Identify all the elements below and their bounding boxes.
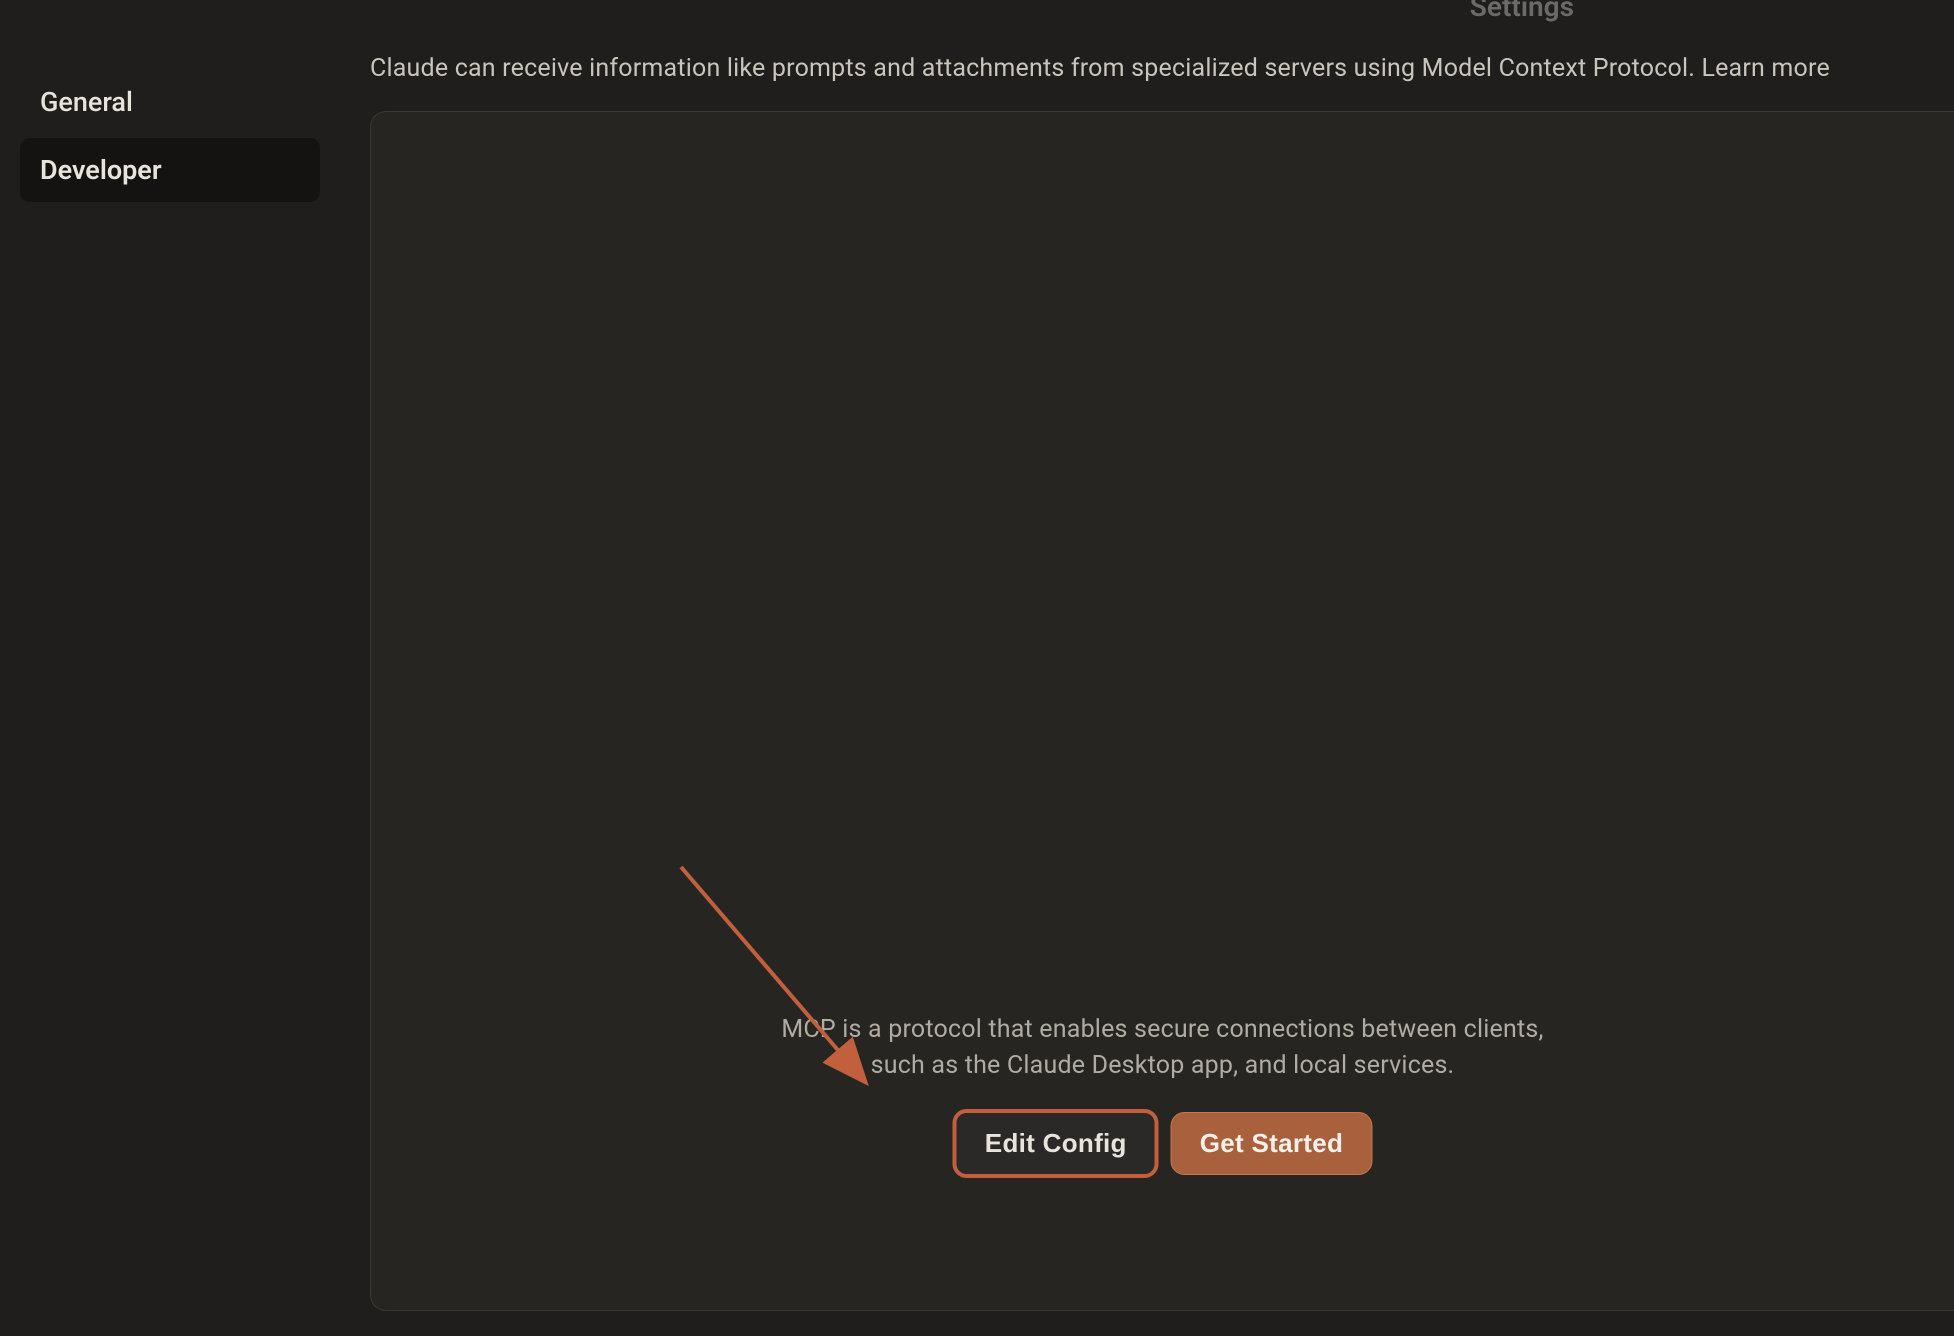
mcp-empty-state: MCP is a protocol that enables secure co… [371, 1012, 1954, 1178]
sidebar-item-developer[interactable]: Developer [20, 138, 320, 202]
mcp-description: MCP is a protocol that enables secure co… [371, 1012, 1954, 1085]
edit-config-button[interactable]: Edit Config [953, 1109, 1159, 1178]
sidebar-item-general[interactable]: General [20, 70, 320, 134]
mcp-header-description: Claude can receive information like prom… [370, 54, 1954, 83]
description-text: Claude can receive information like prom… [370, 54, 1701, 83]
action-buttons: Edit Config Get Started [371, 1109, 1954, 1178]
learn-more-link[interactable]: Learn more [1701, 54, 1829, 83]
mcp-description-line2: such as the Claude Desktop app, and loca… [871, 1051, 1455, 1080]
sidebar-item-label: Developer [40, 154, 162, 186]
mcp-description-line1: MCP is a protocol that enables secure co… [781, 1015, 1543, 1044]
mcp-content-panel: MCP is a protocol that enables secure co… [370, 111, 1954, 1311]
main-content: Claude can receive information like prom… [370, 54, 1954, 1311]
sidebar-item-label: General [40, 86, 133, 118]
settings-sidebar: General Developer [20, 70, 320, 206]
page-title: Settings [1470, 0, 1574, 23]
get-started-button[interactable]: Get Started [1171, 1112, 1372, 1175]
